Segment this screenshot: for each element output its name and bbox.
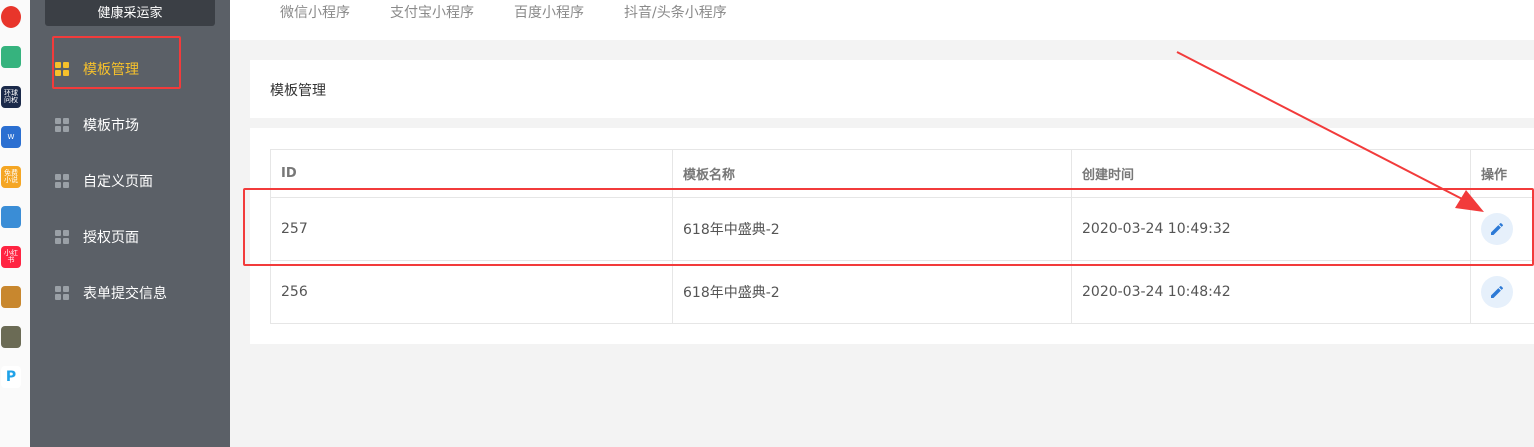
annotation-arrow — [1176, 51, 1484, 212]
